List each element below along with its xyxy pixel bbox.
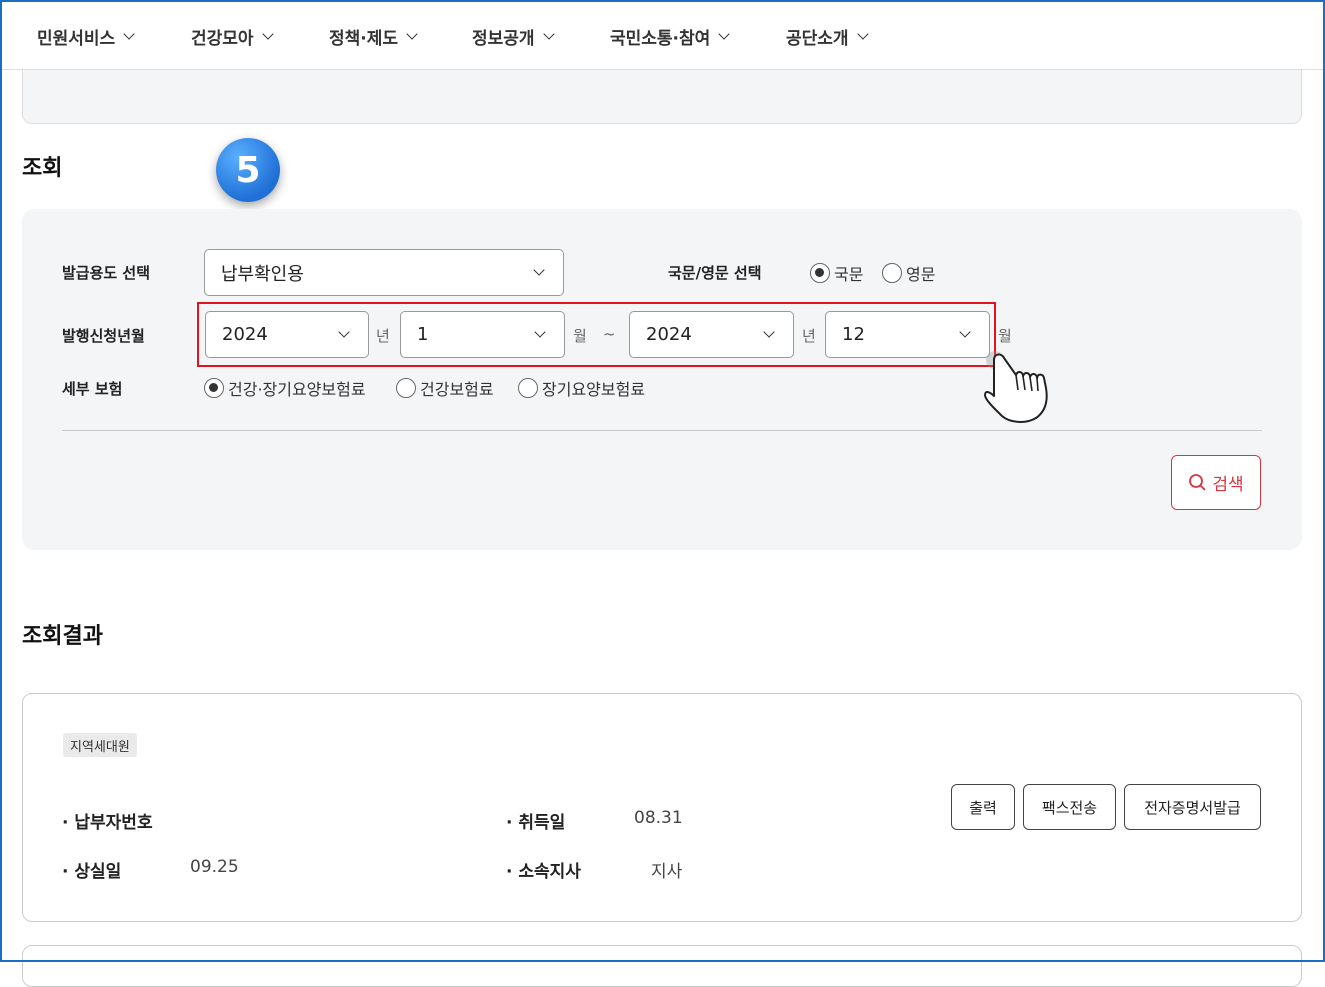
branch-value: 지사	[651, 862, 683, 882]
unit-month: 월	[998, 327, 1012, 345]
payer-no-label: · 납부자번호	[62, 813, 153, 833]
detail-label: 세부 보험	[62, 380, 123, 398]
hand-pointer-icon	[984, 351, 1048, 423]
nav-item-health-moa[interactable]: 건강모아	[191, 24, 274, 49]
button-label: 전자증명서발급	[1144, 798, 1241, 817]
radio-unchecked-icon	[518, 378, 538, 398]
chevron-down-icon	[261, 28, 274, 40]
radio-unchecked-icon	[396, 378, 416, 398]
radio-checked-icon	[204, 378, 224, 398]
branch-label: · 소속지사	[506, 862, 581, 882]
field-label: 소속지사	[518, 862, 581, 882]
nav-label: 공단소개	[786, 29, 849, 49]
divider	[62, 430, 1262, 431]
radio-checked-icon	[810, 263, 830, 283]
radio-label: 국문	[834, 265, 864, 284]
nav-label: 정책·제도	[329, 29, 399, 49]
search-button[interactable]: 검색	[1171, 455, 1261, 510]
next-result-card	[22, 945, 1302, 987]
nav-label: 민원서비스	[37, 29, 116, 49]
radio-label: 건강보험료	[420, 380, 494, 399]
step-badge: 5	[216, 138, 280, 202]
radio-label: 건강·장기요양보험료	[228, 380, 366, 399]
print-button[interactable]: 출력	[951, 784, 1015, 830]
radio-english[interactable]: 영문	[882, 261, 935, 285]
acquired-value: 08.31	[634, 808, 683, 828]
field-label: 납부자번호	[74, 813, 153, 833]
member-type-badge: 지역세대원	[63, 733, 137, 757]
lost-value: 09.25	[190, 857, 239, 877]
radio-health[interactable]: 건강보험료	[396, 376, 494, 400]
nav-label: 정보공개	[472, 29, 535, 49]
purpose-select[interactable]: 납부확인용	[204, 249, 564, 296]
radio-label: 장기요양보험료	[542, 380, 646, 399]
search-label: 검색	[1212, 475, 1244, 495]
nav-item-about[interactable]: 공단소개	[786, 24, 869, 49]
field-label: 취득일	[518, 813, 566, 833]
radio-label: 영문	[906, 265, 936, 284]
chevron-down-icon	[856, 28, 869, 40]
field-label: 상실일	[74, 862, 122, 882]
nav-item-info-disclosure[interactable]: 정보공개	[472, 24, 555, 49]
query-heading: 조회	[22, 156, 63, 181]
chevron-down-icon	[542, 28, 555, 40]
chevron-down-icon	[406, 28, 418, 40]
nav-item-policy[interactable]: 정책·제도	[329, 24, 418, 49]
period-label: 발행신청년월	[62, 327, 145, 345]
chevron-down-icon	[718, 28, 730, 40]
nav-label: 건강모아	[191, 29, 254, 49]
radio-longterm[interactable]: 장기요양보험료	[518, 376, 645, 400]
button-label: 출력	[969, 798, 997, 817]
button-label: 팩스전송	[1041, 798, 1098, 817]
chevron-down-icon	[533, 263, 545, 276]
purpose-value: 납부확인용	[221, 263, 304, 285]
top-nav: 민원서비스 건강모아 정책·제도 정보공개 국민소통·참여 공단소개	[2, 2, 1323, 70]
highlight-box	[197, 302, 996, 367]
fax-button[interactable]: 팩스전송	[1023, 784, 1116, 830]
acquired-label: · 취득일	[506, 813, 566, 833]
radio-health-longterm[interactable]: 건강·장기요양보험료	[204, 376, 366, 400]
e-certificate-button[interactable]: 전자증명서발급	[1124, 784, 1261, 830]
chevron-down-icon	[123, 28, 135, 40]
nav-item-communication[interactable]: 국민소통·참여	[610, 24, 730, 49]
search-icon	[1189, 473, 1206, 491]
result-heading: 조회결과	[22, 624, 103, 649]
lang-label: 국문/영문 선택	[668, 264, 762, 282]
radio-korean[interactable]: 국문	[810, 261, 863, 285]
purpose-label: 발급용도 선택	[62, 264, 151, 282]
lost-label: · 상실일	[62, 862, 122, 882]
nav-item-civil-service[interactable]: 민원서비스	[37, 24, 135, 49]
nav-label: 국민소통·참여	[610, 29, 711, 49]
radio-unchecked-icon	[882, 263, 902, 283]
